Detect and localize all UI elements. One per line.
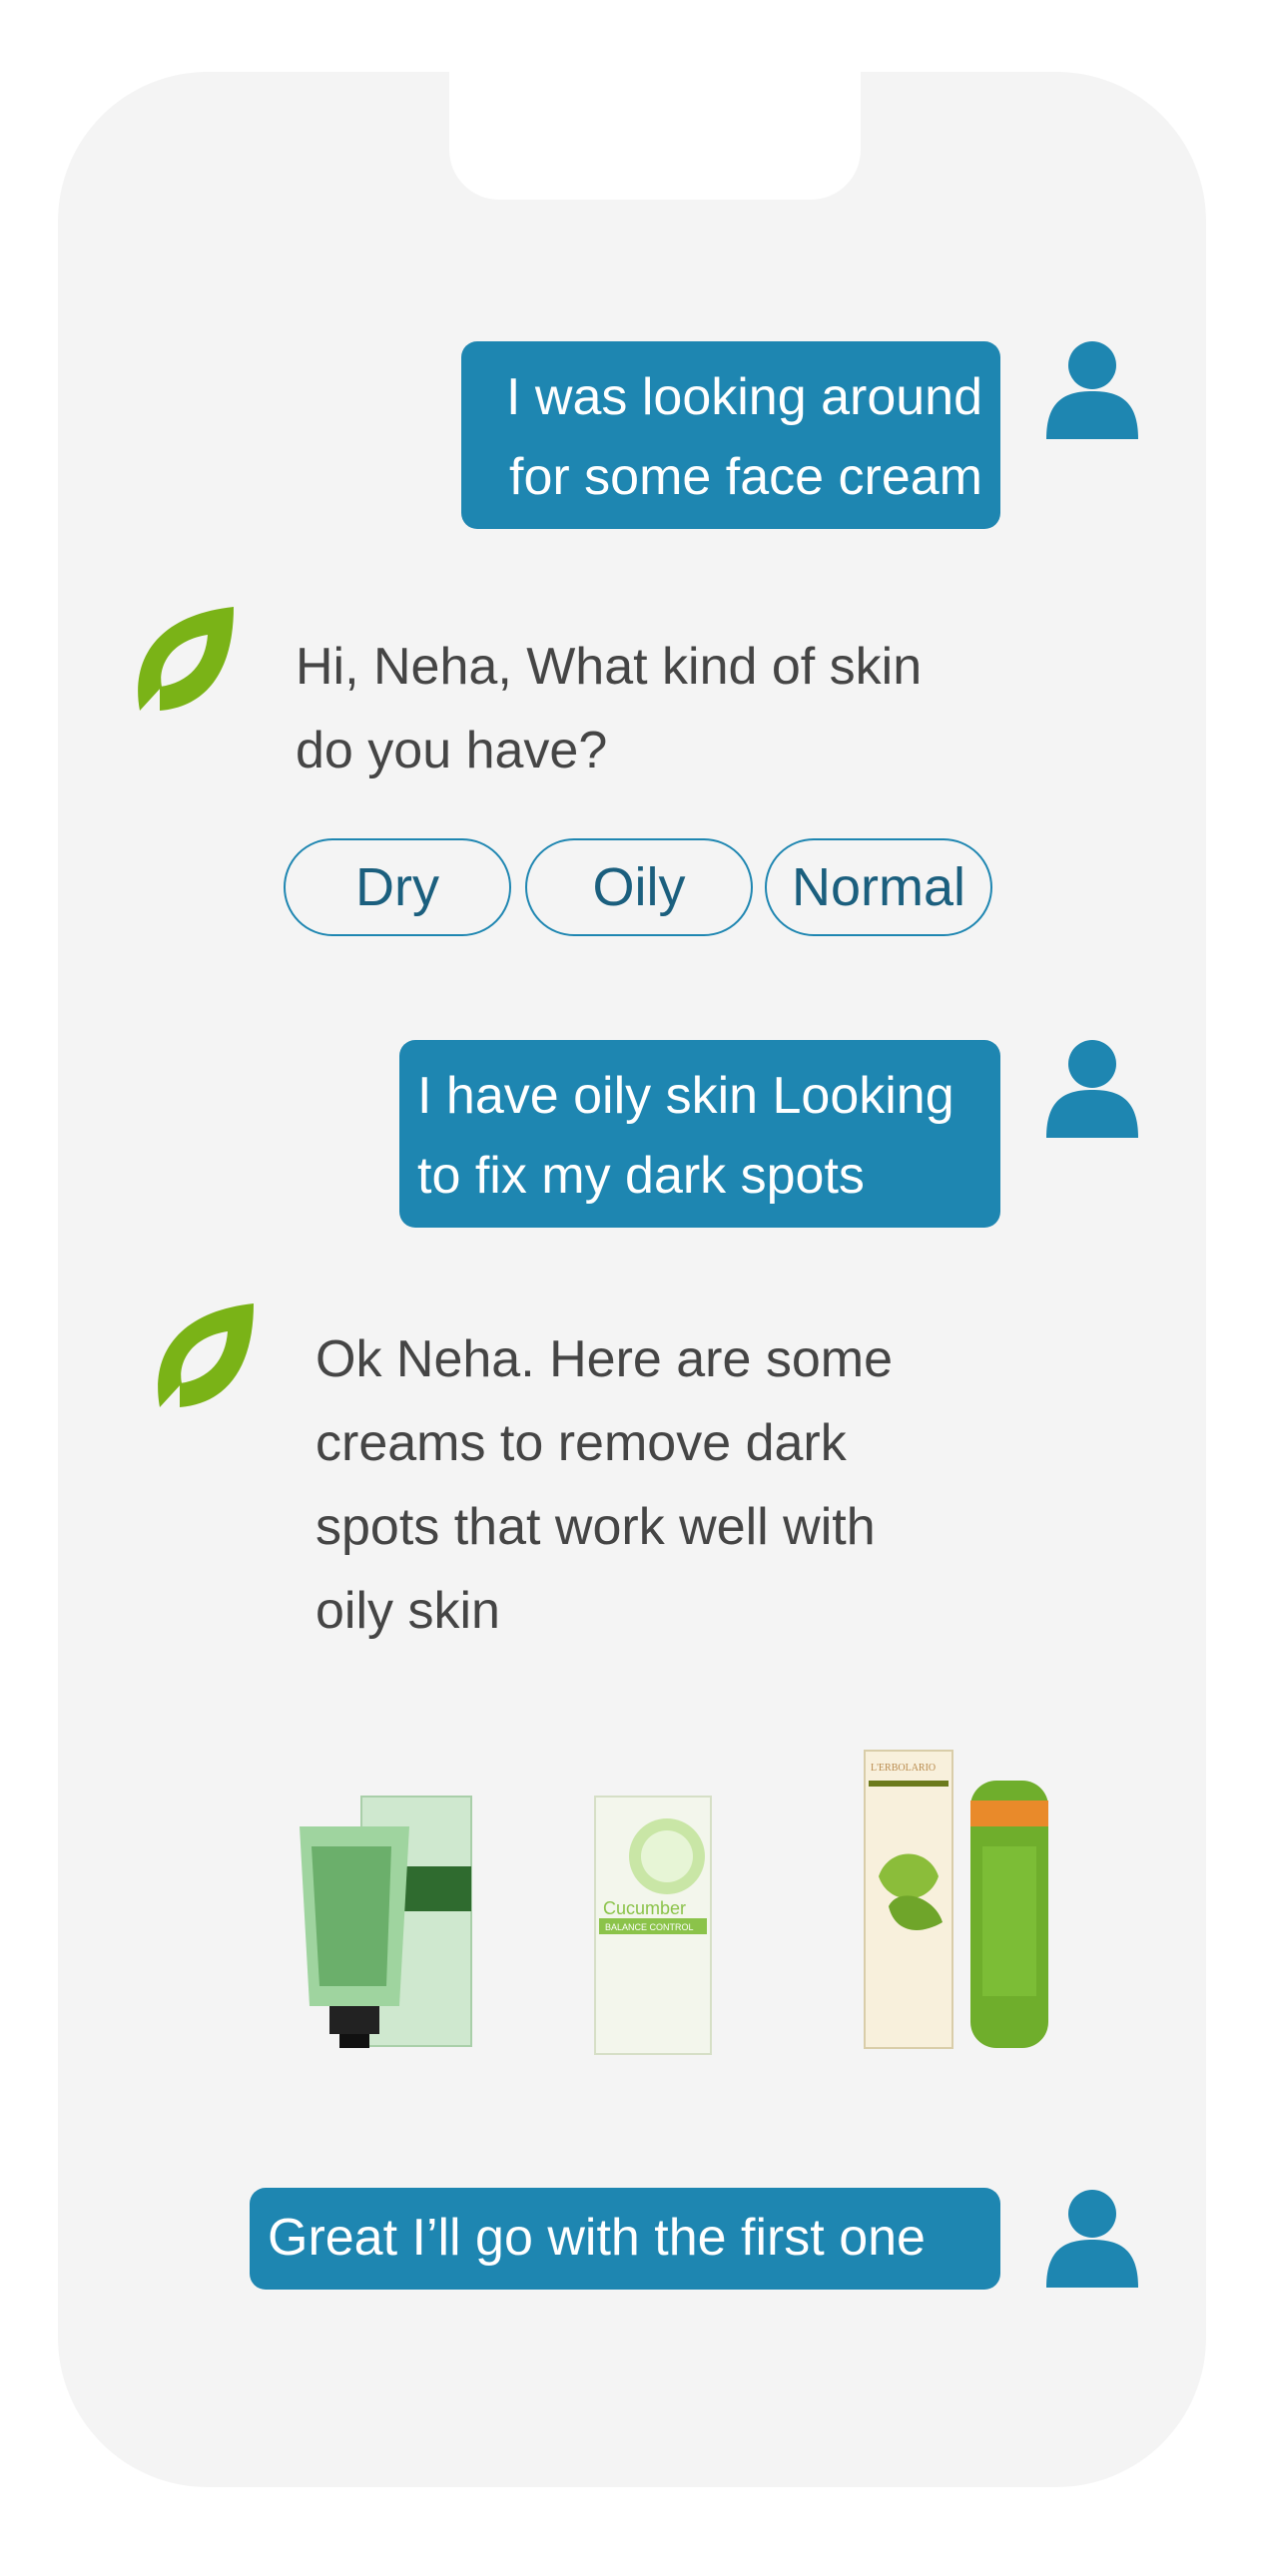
- product-image-dr-sante-cucumber-cream[interactable]: Cucumber BALANCE CONTROL: [589, 1787, 719, 2066]
- message-line: spots that work well with: [316, 1498, 876, 1556]
- message-line: Hi, Neha, What kind of skin: [296, 638, 923, 696]
- user-avatar-icon: [1046, 341, 1138, 439]
- phone-notch: [449, 60, 861, 200]
- message-line: I was looking around: [506, 368, 982, 426]
- user-message-bubble: Great I’ll go with the first one: [250, 2188, 1000, 2290]
- bot-message: Ok Neha. Here are some creams to remove …: [316, 1317, 1034, 1653]
- user-message-bubble: I have oily skin Looking to fix my dark …: [399, 1040, 1000, 1228]
- message-line: for some face cream: [509, 448, 982, 506]
- user-avatar-icon: [1046, 1040, 1138, 1138]
- bot-message: Hi, Neha, What kind of skin do you have?: [296, 625, 1054, 792]
- product-sublabel: BALANCE CONTROL: [605, 1922, 694, 1932]
- bot-leaf-icon: [138, 607, 234, 711]
- user-message-bubble: I was looking around for some face cream: [461, 341, 1000, 529]
- message-line: creams to remove dark: [316, 1414, 847, 1472]
- message-line: do you have?: [296, 722, 608, 779]
- message-line: Ok Neha. Here are some: [316, 1330, 894, 1388]
- product-brand: L'ERBOLARIO: [871, 1763, 936, 1774]
- quick-reply-dry[interactable]: Dry: [284, 838, 511, 936]
- message-line: oily skin: [316, 1582, 500, 1640]
- quick-reply-oily[interactable]: Oily: [525, 838, 753, 936]
- bot-leaf-icon: [158, 1303, 254, 1407]
- product-label: Cucumber: [603, 1898, 686, 1918]
- quick-reply-normal[interactable]: Normal: [765, 838, 992, 936]
- product-image-lerbolario-antishine-cream[interactable]: L'ERBOLARIO: [859, 1747, 1058, 2056]
- user-avatar-icon: [1046, 2190, 1138, 2288]
- message-line: to fix my dark spots: [417, 1147, 865, 1205]
- product-image-green-tube-cream[interactable]: [292, 1787, 481, 2066]
- message-line: I have oily skin Looking: [417, 1067, 954, 1125]
- message-line: Great I’ll go with the first one: [268, 2209, 926, 2267]
